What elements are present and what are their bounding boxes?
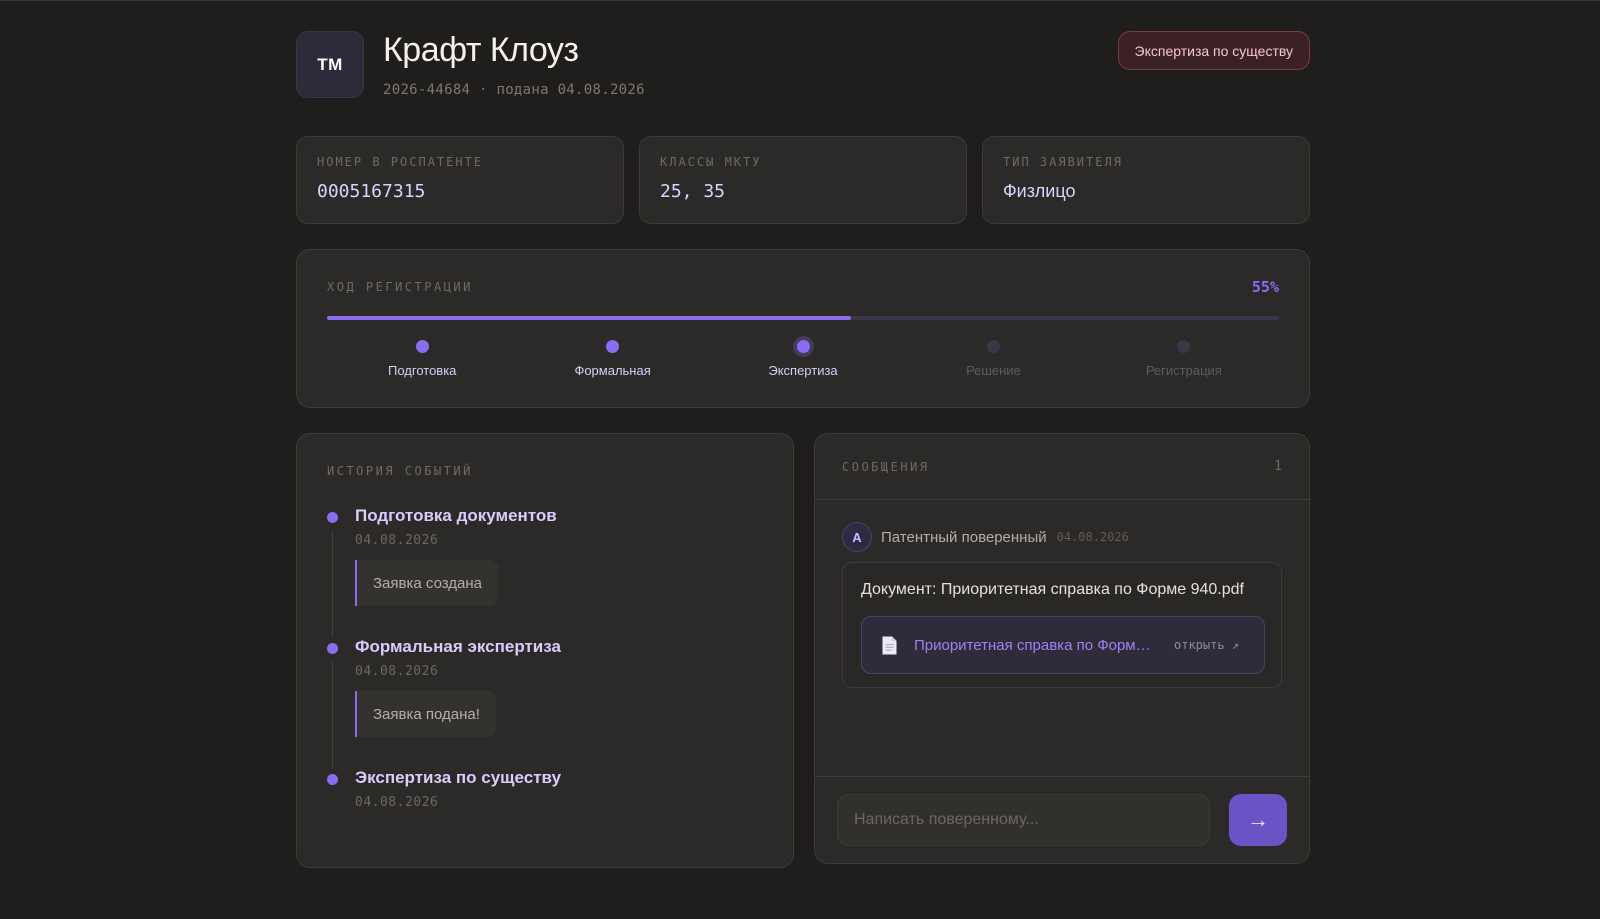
event-dot bbox=[327, 512, 338, 523]
page-title: Крафт Клоуз bbox=[383, 31, 579, 69]
progress-fill bbox=[327, 316, 851, 320]
application-header: TM Крафт Клоуз 2026-44684 · подана 04.08… bbox=[296, 31, 1310, 101]
timeline-line bbox=[332, 661, 333, 769]
event-date: 04.08.2026 bbox=[355, 533, 439, 548]
history-event: Формальная экспертиза 04.08.2026 Заявка … bbox=[327, 637, 767, 769]
step-dot bbox=[1177, 340, 1191, 353]
event-title: Формальная экспертиза bbox=[355, 637, 561, 656]
message-input[interactable] bbox=[837, 794, 1210, 846]
attachment-name[interactable]: Приоритетная справка по Форме 940.pdf bbox=[914, 637, 1158, 654]
message-date: 04.08.2026 bbox=[1056, 530, 1129, 544]
trademark-badge: TM bbox=[296, 31, 364, 98]
event-title: Подготовка документов bbox=[355, 506, 557, 525]
step-label: Подготовка bbox=[387, 363, 457, 378]
step-decision: Решение bbox=[898, 340, 1088, 390]
document-icon bbox=[882, 636, 897, 655]
history-event: Подготовка документов 04.08.2026 Заявка … bbox=[327, 506, 767, 638]
messages-header: СООБЩЕНИЯ 1 bbox=[815, 434, 1309, 500]
progress-label: ХОД РЕГИСТРАЦИИ bbox=[327, 280, 473, 294]
history-label: ИСТОРИЯ СОБЫТИЙ bbox=[327, 464, 473, 478]
event-dot bbox=[327, 774, 338, 785]
step-label: Регистрация bbox=[1145, 363, 1222, 378]
application-subtitle: 2026-44684 · подана 04.08.2026 bbox=[383, 82, 645, 98]
history-event: Экспертиза по существу 04.08.2026 bbox=[327, 768, 767, 818]
card-label: ТИП ЗАЯВИТЕЛЯ bbox=[1003, 155, 1123, 169]
event-note: Заявка создана bbox=[355, 560, 499, 606]
step-examination: Экспертиза bbox=[708, 340, 898, 390]
message-text: Документ: Приоритетная справка по Форме … bbox=[861, 581, 1244, 598]
registration-progress: ХОД РЕГИСТРАЦИИ 55% Подготовка Формальна… bbox=[296, 249, 1310, 408]
card-rospatent-number: НОМЕР В РОСПАТЕНТЕ 0005167315 bbox=[296, 136, 624, 224]
card-value: Физлицо bbox=[1003, 181, 1076, 201]
step-registration: Регистрация bbox=[1089, 340, 1279, 390]
card-label: КЛАССЫ МКТУ bbox=[660, 155, 762, 169]
event-note: Заявка подана! bbox=[355, 691, 496, 737]
card-mktu-classes: КЛАССЫ МКТУ 25, 35 bbox=[639, 136, 967, 224]
messages-label: СООБЩЕНИЯ bbox=[842, 460, 930, 474]
progress-steps: Подготовка Формальная Экспертиза Решение… bbox=[327, 340, 1279, 390]
step-label: Решение bbox=[966, 363, 1021, 378]
messages-panel: СООБЩЕНИЯ 1 A Патентный поверенный 04.08… bbox=[814, 433, 1310, 864]
card-value: 25, 35 bbox=[660, 181, 726, 202]
step-dot bbox=[796, 340, 810, 353]
info-cards: НОМЕР В РОСПАТЕНТЕ 0005167315 КЛАССЫ МКТ… bbox=[296, 136, 1310, 224]
timeline-line bbox=[332, 530, 333, 638]
event-date: 04.08.2026 bbox=[355, 795, 439, 810]
card-applicant-type: ТИП ЗАЯВИТЕЛЯ Физлицо bbox=[982, 136, 1310, 224]
step-dot bbox=[415, 340, 429, 353]
card-value: 0005167315 bbox=[317, 181, 426, 202]
author-name: Патентный поверенный bbox=[881, 528, 1047, 546]
application-page: TM Крафт Клоуз 2026-44684 · подана 04.08… bbox=[296, 1, 1310, 919]
send-button[interactable]: → bbox=[1229, 794, 1287, 846]
message-bubble: Документ: Приоритетная справка по Форме … bbox=[842, 562, 1282, 688]
step-label: Экспертиза bbox=[768, 363, 838, 378]
card-label: НОМЕР В РОСПАТЕНТЕ bbox=[317, 155, 484, 169]
open-attachment-link[interactable]: открыть ↗ bbox=[1174, 638, 1239, 652]
event-history: ИСТОРИЯ СОБЫТИЙ Подготовка документов 04… bbox=[296, 433, 794, 868]
compose-area: → bbox=[815, 776, 1309, 863]
attachment-link[interactable]: Приоритетная справка по Форме 940.pdf от… bbox=[861, 616, 1265, 674]
message-author-row: A Патентный поверенный 04.08.2026 bbox=[842, 522, 1129, 552]
avatar: A bbox=[842, 522, 872, 552]
step-formal: Формальная bbox=[517, 340, 707, 390]
step-dot bbox=[986, 340, 1000, 353]
event-dot bbox=[327, 643, 338, 654]
progress-percent: 55% bbox=[1251, 278, 1279, 296]
step-dot bbox=[606, 340, 620, 353]
step-preparation: Подготовка bbox=[327, 340, 517, 390]
event-title: Экспертиза по существу bbox=[355, 768, 562, 787]
status-badge: Экспертиза по существу bbox=[1117, 31, 1310, 70]
messages-count: 1 bbox=[1274, 459, 1282, 474]
progress-track bbox=[327, 316, 1279, 320]
event-date: 04.08.2026 bbox=[355, 664, 439, 679]
step-label: Формальная bbox=[574, 363, 651, 378]
